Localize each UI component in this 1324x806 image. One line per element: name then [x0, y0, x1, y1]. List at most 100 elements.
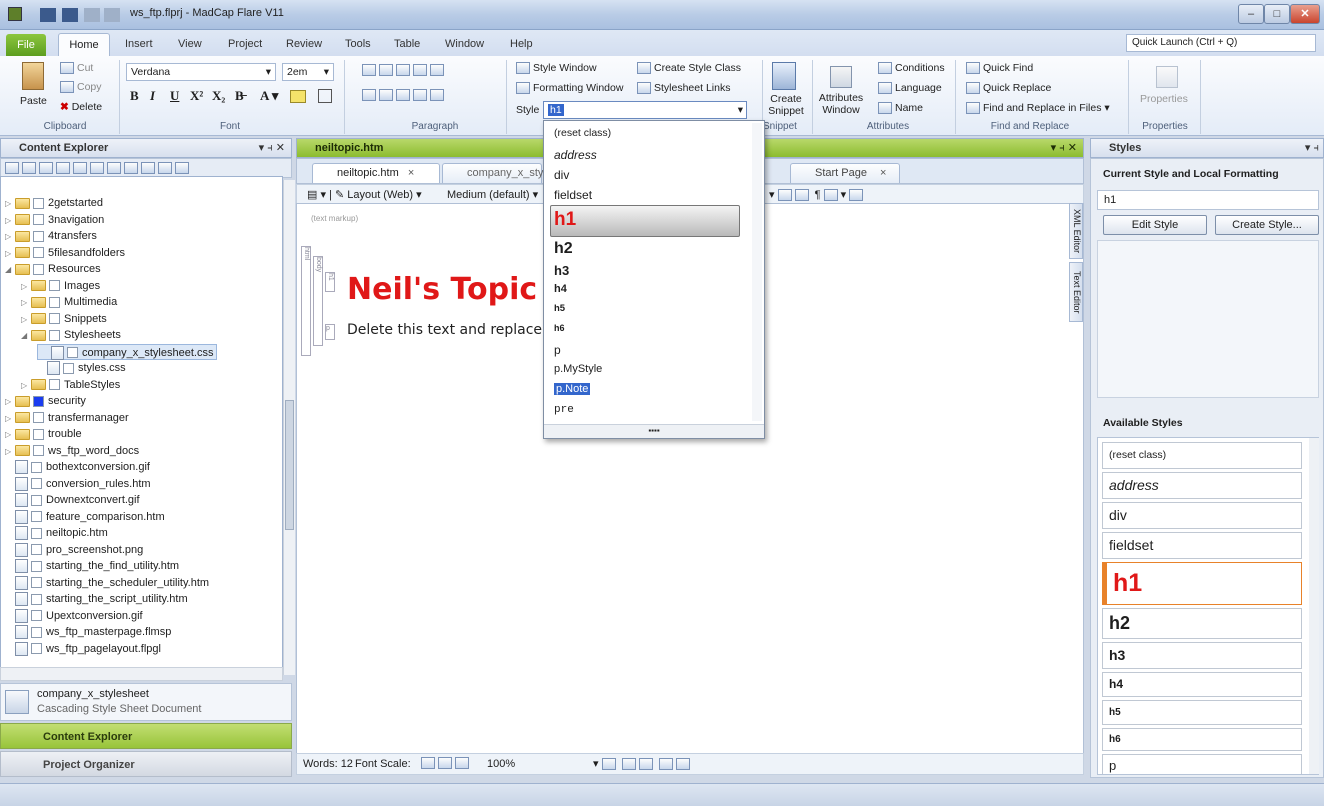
minimize-button[interactable]: – — [1238, 4, 1264, 24]
dropdown-scrollbar[interactable] — [752, 123, 762, 421]
available-style-item[interactable]: h1 — [1102, 562, 1302, 605]
checkbox[interactable] — [49, 280, 60, 292]
tree-file[interactable]: Upextconversion.gif — [5, 608, 143, 624]
tab-neiltopic[interactable]: neiltopic.htm × — [312, 163, 440, 183]
list-buttons[interactable] — [362, 64, 482, 80]
content-explorer-tree[interactable]: ▷ 2getstarted ▷ 3navigation ▷ 4transfers ▷ 5fil… — [0, 176, 283, 676]
style-option[interactable]: div — [554, 168, 569, 182]
tab-start-page[interactable]: Start Page × — [790, 163, 900, 183]
checkbox[interactable] — [33, 395, 44, 407]
expander-icon[interactable]: ▷ — [21, 279, 31, 295]
tab-review[interactable]: Review — [286, 38, 322, 50]
tree-file[interactable]: Downextconvert.gif — [5, 492, 140, 508]
style-option[interactable]: address — [554, 148, 597, 162]
formatting-window-button[interactable]: Formatting Window — [516, 82, 623, 95]
checkbox[interactable] — [33, 197, 44, 209]
checkbox[interactable] — [67, 347, 78, 359]
create-snippet-icon[interactable] — [772, 62, 796, 90]
tab-help[interactable]: Help — [510, 38, 533, 50]
expander-icon[interactable]: ▷ — [5, 411, 15, 427]
available-style-item[interactable]: h6 — [1102, 728, 1302, 751]
tree-file[interactable]: company_x_stylesheet.css — [37, 343, 218, 360]
expander-icon[interactable]: ▷ — [5, 444, 15, 460]
text-editor-side-tab[interactable]: Text Editor — [1069, 262, 1083, 322]
project-organizer-pane-button[interactable]: Project Organizer — [0, 751, 292, 777]
checkbox[interactable] — [31, 610, 42, 622]
style-option[interactable]: h3 — [554, 263, 569, 278]
tab-window[interactable]: Window — [445, 38, 484, 50]
medium-select[interactable]: Medium (default) ▾ — [447, 188, 538, 201]
checkbox[interactable] — [31, 593, 42, 605]
tree-scroll-thumb[interactable] — [285, 400, 294, 530]
name-button[interactable]: Name — [878, 102, 923, 115]
struct-bar-h1[interactable]: h1 — [325, 272, 335, 292]
tree-file[interactable]: starting_the_script_utility.htm — [5, 591, 188, 607]
zoom-level[interactable]: 100% — [487, 758, 515, 770]
edit-style-button[interactable]: Edit Style — [1103, 215, 1207, 235]
style-option[interactable]: (reset class) — [554, 127, 611, 139]
view-mode-buttons[interactable]: ▾ — [593, 757, 693, 771]
style-option[interactable]: p.Note — [554, 383, 591, 395]
expander-icon[interactable]: ◢ — [5, 262, 15, 278]
expander-icon[interactable]: ▷ — [5, 213, 15, 229]
struct-bar-html[interactable]: html — [301, 246, 311, 356]
stylesheet-links-button[interactable]: Stylesheet Links — [637, 82, 730, 95]
available-style-item[interactable]: h2 — [1102, 608, 1302, 639]
available-styles-scrollbar[interactable] — [1309, 438, 1319, 774]
font-family-select[interactable]: Verdana ▾ — [126, 63, 276, 81]
copy-button[interactable]: Copy — [60, 81, 102, 94]
close-button[interactable]: ✕ — [1290, 4, 1320, 24]
tree-folder[interactable]: ◢ Stylesheets — [21, 327, 121, 343]
subscript-button[interactable]: X₂ — [212, 88, 225, 104]
style-option[interactable]: fieldset — [554, 188, 592, 202]
tree-folder[interactable]: ▷ Images — [21, 278, 100, 294]
checkbox[interactable] — [33, 445, 44, 457]
close-tab-icon[interactable]: × — [880, 167, 886, 179]
checkbox[interactable] — [49, 329, 60, 341]
style-option[interactable]: h4 — [554, 283, 567, 295]
content-explorer-pane-button[interactable]: Content Explorer — [0, 723, 292, 749]
font-color-button[interactable]: A ▾ — [260, 88, 278, 104]
expander-icon[interactable]: ▷ — [21, 378, 31, 394]
available-style-item[interactable]: h3 — [1102, 642, 1302, 669]
conditions-button[interactable]: Conditions — [878, 62, 945, 75]
tree-folder[interactable]: ▷ security — [5, 393, 86, 409]
language-button[interactable]: Language — [878, 82, 942, 95]
style-option[interactable]: h6 — [554, 323, 565, 333]
font-scale-buttons[interactable] — [421, 757, 472, 770]
create-style-class-button[interactable]: Create Style Class — [637, 62, 741, 75]
checkbox[interactable] — [31, 577, 42, 589]
checkbox[interactable] — [31, 626, 42, 638]
tree-folder[interactable]: ▷ 3navigation — [5, 212, 104, 228]
checkbox[interactable] — [31, 643, 42, 655]
checkbox[interactable] — [33, 428, 44, 440]
tab-home[interactable]: Home — [58, 33, 110, 57]
checkbox[interactable] — [33, 412, 44, 424]
tree-file[interactable]: ws_ftp_pagelayout.flpgl — [5, 641, 161, 657]
maximize-button[interactable]: □ — [1264, 4, 1290, 24]
available-styles-list[interactable]: (reset class) address div fieldset h1 h2 h3 h4 h… — [1097, 437, 1319, 775]
tree-folder[interactable]: ▷ TableStyles — [21, 377, 120, 393]
bold-button[interactable]: B — [130, 88, 139, 104]
tree-folder[interactable]: ▷ transfermanager — [5, 410, 129, 426]
available-style-item[interactable]: p — [1102, 754, 1302, 774]
tree-folder[interactable]: ▷ Multimedia — [21, 294, 117, 310]
available-style-item[interactable]: div — [1102, 502, 1302, 529]
tree-file[interactable]: starting_the_scheduler_utility.htm — [5, 575, 209, 591]
border-icon[interactable] — [318, 89, 332, 103]
tree-folder[interactable]: ▷ 5filesandfolders — [5, 245, 125, 261]
checkbox[interactable] — [49, 379, 60, 391]
style-select[interactable]: h1 ▾ — [543, 101, 747, 119]
available-style-item[interactable]: h4 — [1102, 672, 1302, 697]
expander-icon[interactable]: ▷ — [5, 427, 15, 443]
italic-button[interactable]: I — [150, 88, 155, 104]
style-option[interactable]: p.MyStyle — [554, 363, 602, 375]
tree-file[interactable]: pro_screenshot.png — [5, 542, 143, 558]
checkbox[interactable] — [31, 527, 42, 539]
properties-icon[interactable] — [1156, 66, 1178, 88]
tab-view[interactable]: View — [178, 38, 202, 50]
clear-format-button[interactable]: B̶ — [235, 88, 244, 104]
undo-icon[interactable] — [84, 8, 100, 22]
topic-body-text[interactable]: Delete this text and replace — [347, 322, 542, 338]
struct-bar-p[interactable]: p — [325, 324, 335, 340]
